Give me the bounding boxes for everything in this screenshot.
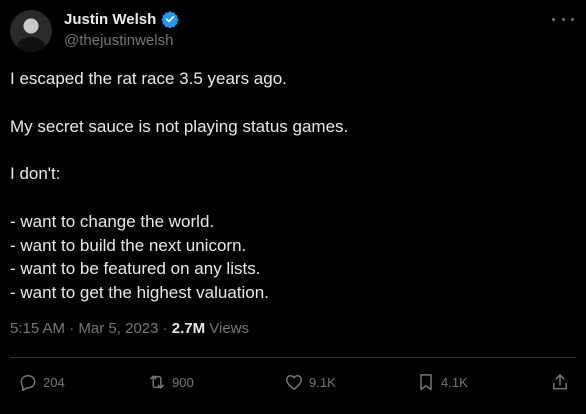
reply-count: 204 (43, 374, 65, 390)
meta-separator: · (158, 320, 172, 337)
tweet-line: I don't: (10, 164, 61, 184)
views-count[interactable]: 2.7M (172, 320, 205, 337)
tweet-line: My secret sauce is not playing status ga… (10, 116, 349, 136)
tweet-time[interactable]: 5:15 AM (10, 320, 65, 337)
line-break (10, 91, 570, 115)
line-break (10, 138, 570, 162)
tweet-line: I escaped the rat race 3.5 years ago. (10, 69, 287, 88)
verified-badge-icon (161, 11, 179, 28)
repost-button[interactable]: 900 (147, 370, 194, 394)
action-bar: 204 900 9.1K 4.1K (0, 370, 586, 394)
heart-icon (285, 375, 303, 390)
more-dot (571, 17, 574, 21)
avatar[interactable] (10, 10, 52, 52)
more-dot (561, 17, 565, 21)
bookmark-button[interactable]: 4.1K (416, 370, 468, 394)
tweet-line: - want to build the next unicorn. (10, 235, 247, 255)
author-name-row: Justin Welsh (64, 10, 179, 28)
bookmark-icon (420, 374, 432, 391)
reply-button[interactable]: 204 (18, 370, 65, 394)
tweet-line: - want to change the world. (10, 211, 215, 231)
line-break (10, 186, 570, 210)
share-button[interactable] (550, 370, 575, 394)
repost-count: 900 (172, 374, 194, 390)
like-count: 9.1K (309, 374, 336, 390)
views-label: Views (205, 320, 250, 337)
tweet-date[interactable]: Mar 5, 2023 (78, 320, 158, 337)
author-handle[interactable]: @thejustinwelsh (64, 32, 173, 49)
more-options-icon[interactable] (552, 12, 574, 26)
meta-separator: · (65, 320, 79, 337)
like-button[interactable]: 9.1K (284, 370, 336, 394)
repost-icon (150, 375, 164, 389)
tweet-line: - want to get the highest valuation. (10, 283, 269, 303)
more-dot (552, 17, 555, 21)
tweet-line: - want to be featured on any lists. (10, 259, 261, 279)
author-name[interactable]: Justin Welsh (64, 11, 156, 28)
tweet-text: I escaped the rat race 3.5 years ago. My… (10, 67, 570, 305)
divider (10, 357, 576, 358)
tweet-card: Justin Welsh @thejustinwelsh I escaped t… (0, 0, 586, 414)
reply-icon (20, 375, 36, 392)
tweet-metadata: 5:15 AM · Mar 5, 2023 · 2.7M Views (10, 320, 249, 337)
share-icon (553, 374, 567, 390)
bookmark-count: 4.1K (441, 374, 468, 390)
